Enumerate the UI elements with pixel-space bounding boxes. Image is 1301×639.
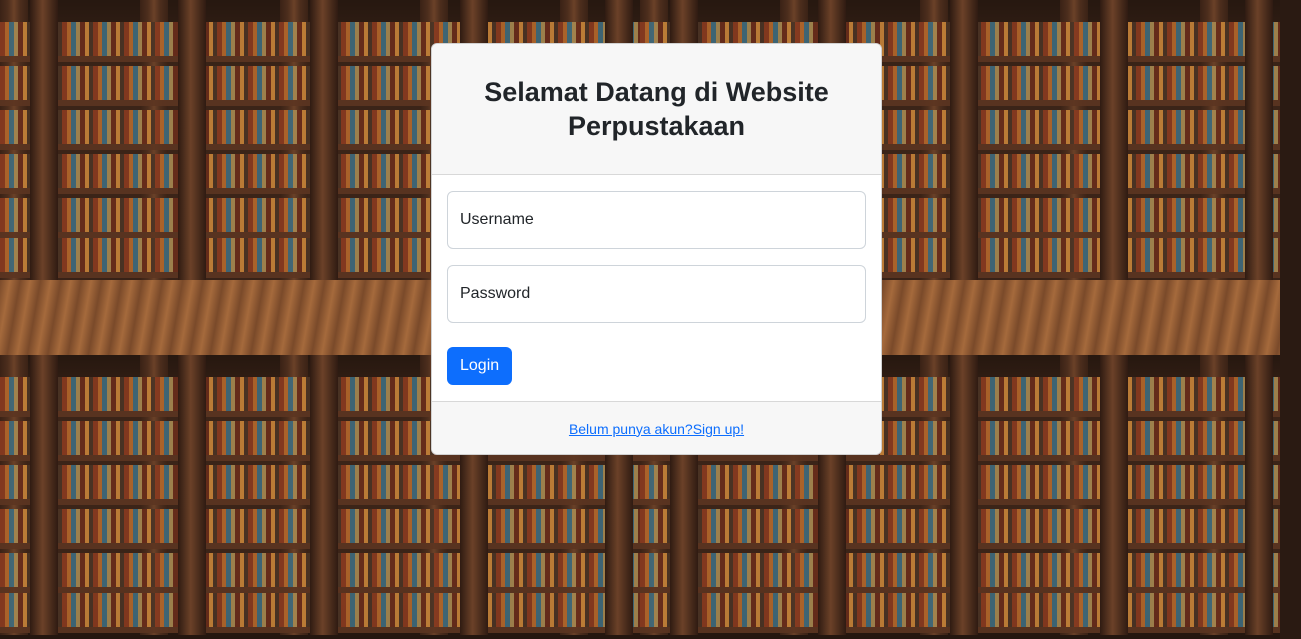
password-input[interactable]	[447, 265, 866, 323]
login-form: Login	[432, 175, 881, 401]
username-input[interactable]	[447, 191, 866, 249]
login-card-footer: Belum punya akun?Sign up!	[432, 401, 881, 454]
login-card: Selamat Datang di Website Perpustakaan L…	[431, 43, 882, 455]
login-button[interactable]: Login	[447, 347, 513, 385]
page-title: Selamat Datang di Website Perpustakaan	[484, 77, 829, 141]
login-card-header: Selamat Datang di Website Perpustakaan	[432, 44, 881, 175]
signup-link[interactable]: Belum punya akun?Sign up!	[569, 421, 744, 437]
